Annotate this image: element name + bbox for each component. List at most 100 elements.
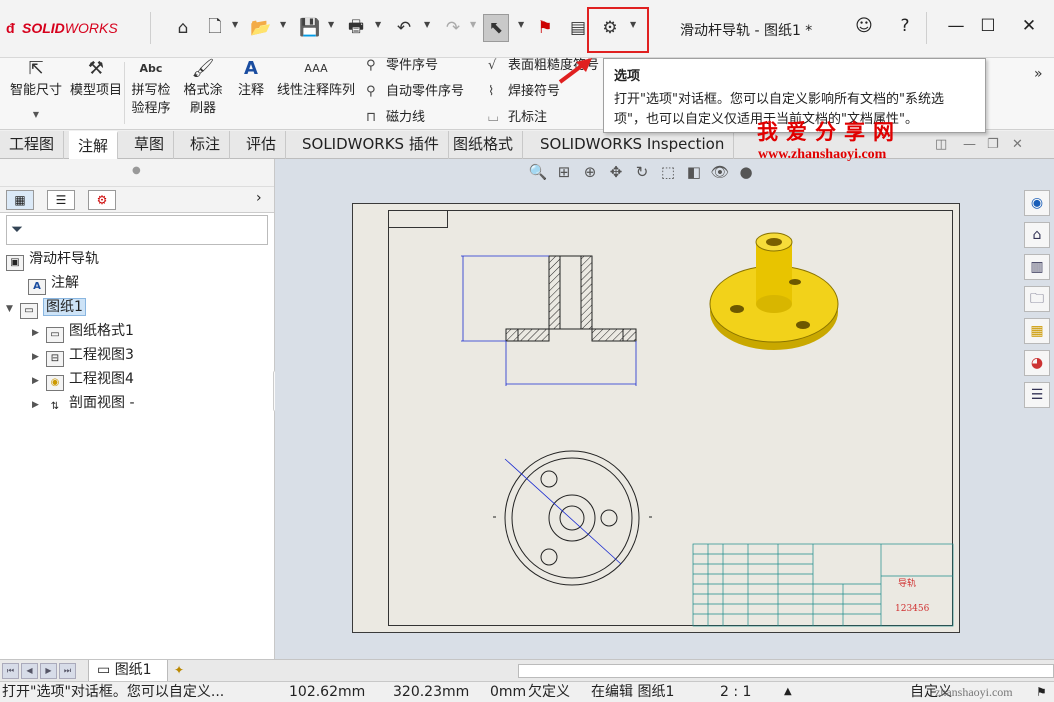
undo-icon[interactable]: ↶ (391, 14, 417, 42)
tree-filter-input[interactable]: ⏷ (6, 215, 268, 245)
format-painter-button[interactable]: 🖌 格式涂 刷器 (178, 60, 228, 118)
new-dropdown-icon[interactable]: ▼ (232, 20, 238, 29)
linear-note-pattern-label: 线性注释阵列 (276, 83, 355, 98)
expand-arrow-icon[interactable]: ▶ (32, 394, 46, 416)
help-icon[interactable]: ? (893, 16, 917, 36)
status-scale[interactable]: 2 : 1 (720, 682, 751, 702)
top-view-drawing[interactable] (493, 450, 652, 586)
user-account-icon[interactable]: ☺ (852, 16, 876, 36)
display-style-icon[interactable]: ◧ (681, 163, 707, 181)
redo-icon[interactable]: ↷ (440, 14, 466, 42)
file-explorer-icon[interactable]: 🗀 (1024, 286, 1050, 312)
sheet-tab[interactable]: ▭ 图纸1 (88, 660, 168, 682)
view-palette-icon[interactable]: ▦ (1024, 318, 1050, 344)
doc-minimize-icon[interactable]: — (963, 137, 976, 152)
tree-item-section-view[interactable]: ▶ ⇅ 剖面视图 - (32, 392, 135, 414)
new-document-icon[interactable]: 🗋 (202, 14, 228, 42)
section-view-drawing[interactable] (461, 255, 637, 386)
tree-item-annotations[interactable]: A 注解 (28, 272, 79, 295)
magnetic-line-button[interactable]: ⊓ 磁力线 (366, 106, 425, 125)
linear-note-pattern-button[interactable]: AAA 线性注释阵列 (272, 60, 360, 100)
open-icon[interactable]: 📂 (248, 14, 274, 42)
select-icon[interactable]: ⬉ (483, 14, 509, 42)
doc-restore-icon[interactable]: ❐ (987, 137, 999, 152)
magnetic-line-icon: ⊓ (366, 110, 377, 125)
add-sheet-icon[interactable]: ✦ (174, 663, 194, 679)
tab-sketch[interactable]: 草图 (125, 131, 175, 159)
model-items-button[interactable]: ⚒ 模型项目 (70, 60, 122, 100)
tab-evaluate[interactable]: 评估 (237, 131, 287, 159)
pan-icon[interactable]: ✥ (603, 163, 629, 181)
scale-dropdown-icon[interactable]: ▲ (784, 682, 792, 702)
redo-dropdown-icon[interactable]: ▼ (470, 20, 476, 29)
panel-grip-icon[interactable]: ● (132, 165, 141, 176)
home-pane-icon[interactable]: ⌂ (1024, 222, 1050, 248)
tree-item-sheet[interactable]: ▼ ▭ 图纸1 (6, 296, 86, 320)
status-tags-icon[interactable]: ⚑ (1036, 682, 1047, 702)
config-manager-tab-icon[interactable]: ⚙ (88, 190, 116, 210)
open-dropdown-icon[interactable]: ▼ (280, 20, 286, 29)
drawing-sheet[interactable]: 导轨 123456 (352, 203, 960, 633)
spell-checker-button[interactable]: Abc 拼写检 验程序 (126, 60, 176, 118)
appearance-icon[interactable]: ● (733, 163, 759, 181)
property-manager-tab-icon[interactable]: ☰ (47, 190, 75, 210)
minimize-button[interactable]: — (944, 16, 968, 36)
first-sheet-icon[interactable]: ⏮ (2, 663, 19, 679)
solidworks-logo[interactable]: ᵭ SOLIDWORKS (6, 20, 118, 36)
next-sheet-icon[interactable]: ▶ (40, 663, 57, 679)
rebuild-icon[interactable]: ⚑ (532, 14, 558, 42)
tree-item-label: 工程视图3 (69, 347, 134, 363)
expand-arrow-icon[interactable]: ▶ (32, 346, 46, 368)
zoom-selection-icon[interactable]: ⊕ (577, 163, 603, 181)
tab-addins[interactable]: SOLIDWORKS 插件 (293, 131, 449, 159)
smart-dimension-button[interactable]: ⇱ 智能尺寸 ▼ (6, 60, 66, 124)
last-sheet-icon[interactable]: ⏭ (59, 663, 76, 679)
zoom-area-icon[interactable]: ⊞ (551, 163, 577, 181)
graphics-area[interactable]: 🔍 ⊞ ⊕ ✥ ↻ ⬚ ◧ 👁 ● 导轨 123456 (275, 159, 1054, 659)
rotate-icon[interactable]: ↻ (629, 163, 655, 181)
auto-balloon-button[interactable]: ⚲ 自动零件序号 (366, 80, 464, 99)
panel-expand-icon[interactable]: › (256, 190, 262, 206)
note-button[interactable]: A 注释 (232, 60, 270, 100)
hide-show-icon[interactable]: 👁 (707, 163, 733, 181)
tab-inspection[interactable]: SOLIDWORKS Inspection (531, 131, 735, 159)
tree-item-drawing-view3[interactable]: ▶ ⊟ 工程视图3 (32, 344, 134, 368)
expand-arrow-icon[interactable]: ▶ (32, 370, 46, 392)
custom-properties-icon[interactable]: ☰ (1024, 382, 1050, 408)
maximize-button[interactable]: ☐ (976, 16, 1000, 36)
save-icon[interactable]: 💾 (297, 14, 323, 42)
hole-callout-button[interactable]: ⌴ 孔标注 (488, 106, 547, 125)
save-dropdown-icon[interactable]: ▼ (328, 20, 334, 29)
design-library-icon[interactable]: ▥ (1024, 254, 1050, 280)
tab-annotation[interactable]: 注解 (69, 131, 119, 159)
tree-item-sheet-format[interactable]: ▶ ▭ 图纸格式1 (32, 320, 134, 344)
tab-markup[interactable]: 标注 (181, 131, 231, 159)
print-icon[interactable]: 🖶 (343, 14, 369, 42)
weld-symbol-button[interactable]: ⌇ 焊接符号 (488, 80, 560, 99)
appearances-icon[interactable]: ◕ (1024, 350, 1050, 376)
home-icon[interactable]: ⌂ (170, 14, 196, 42)
view-orientation-icon[interactable]: ⬚ (655, 163, 681, 181)
horizontal-scrollbar[interactable] (518, 664, 1054, 678)
prev-sheet-icon[interactable]: ◀ (21, 663, 38, 679)
balloon-button[interactable]: ⚲ 零件序号 (366, 54, 438, 73)
isometric-part-view[interactable] (709, 232, 839, 350)
tab-sheet-format[interactable]: 图纸格式 (444, 131, 524, 159)
feature-manager-tab-icon[interactable]: ▦ (6, 190, 34, 210)
solidworks-resources-icon[interactable]: ◉ (1024, 190, 1050, 216)
undo-dropdown-icon[interactable]: ▼ (424, 20, 430, 29)
collapse-arrow-icon[interactable]: ▼ (6, 298, 20, 320)
sheet-tab-bar: ⏮ ◀ ▶ ⏭ ▭ 图纸1 ✦ (0, 659, 1054, 682)
doc-close-icon[interactable]: ✕ (1012, 137, 1023, 152)
expand-arrow-icon[interactable]: ▶ (32, 322, 46, 344)
close-button[interactable]: ✕ (1017, 16, 1041, 36)
tab-restore-icon[interactable]: ◫ (935, 137, 947, 152)
print-dropdown-icon[interactable]: ▼ (375, 20, 381, 29)
ribbon-expand-icon[interactable]: » (1034, 66, 1043, 82)
smart-dimension-dropdown-icon[interactable]: ▼ (6, 106, 66, 124)
tree-item-drawing-view4[interactable]: ▶ ◉ 工程视图4 (32, 368, 134, 392)
tab-drawing[interactable]: 工程图 (0, 131, 65, 159)
select-dropdown-icon[interactable]: ▼ (518, 20, 524, 29)
zoom-to-fit-icon[interactable]: 🔍 (525, 163, 551, 181)
tree-root[interactable]: ▣ 滑动杆导轨 (6, 248, 99, 271)
